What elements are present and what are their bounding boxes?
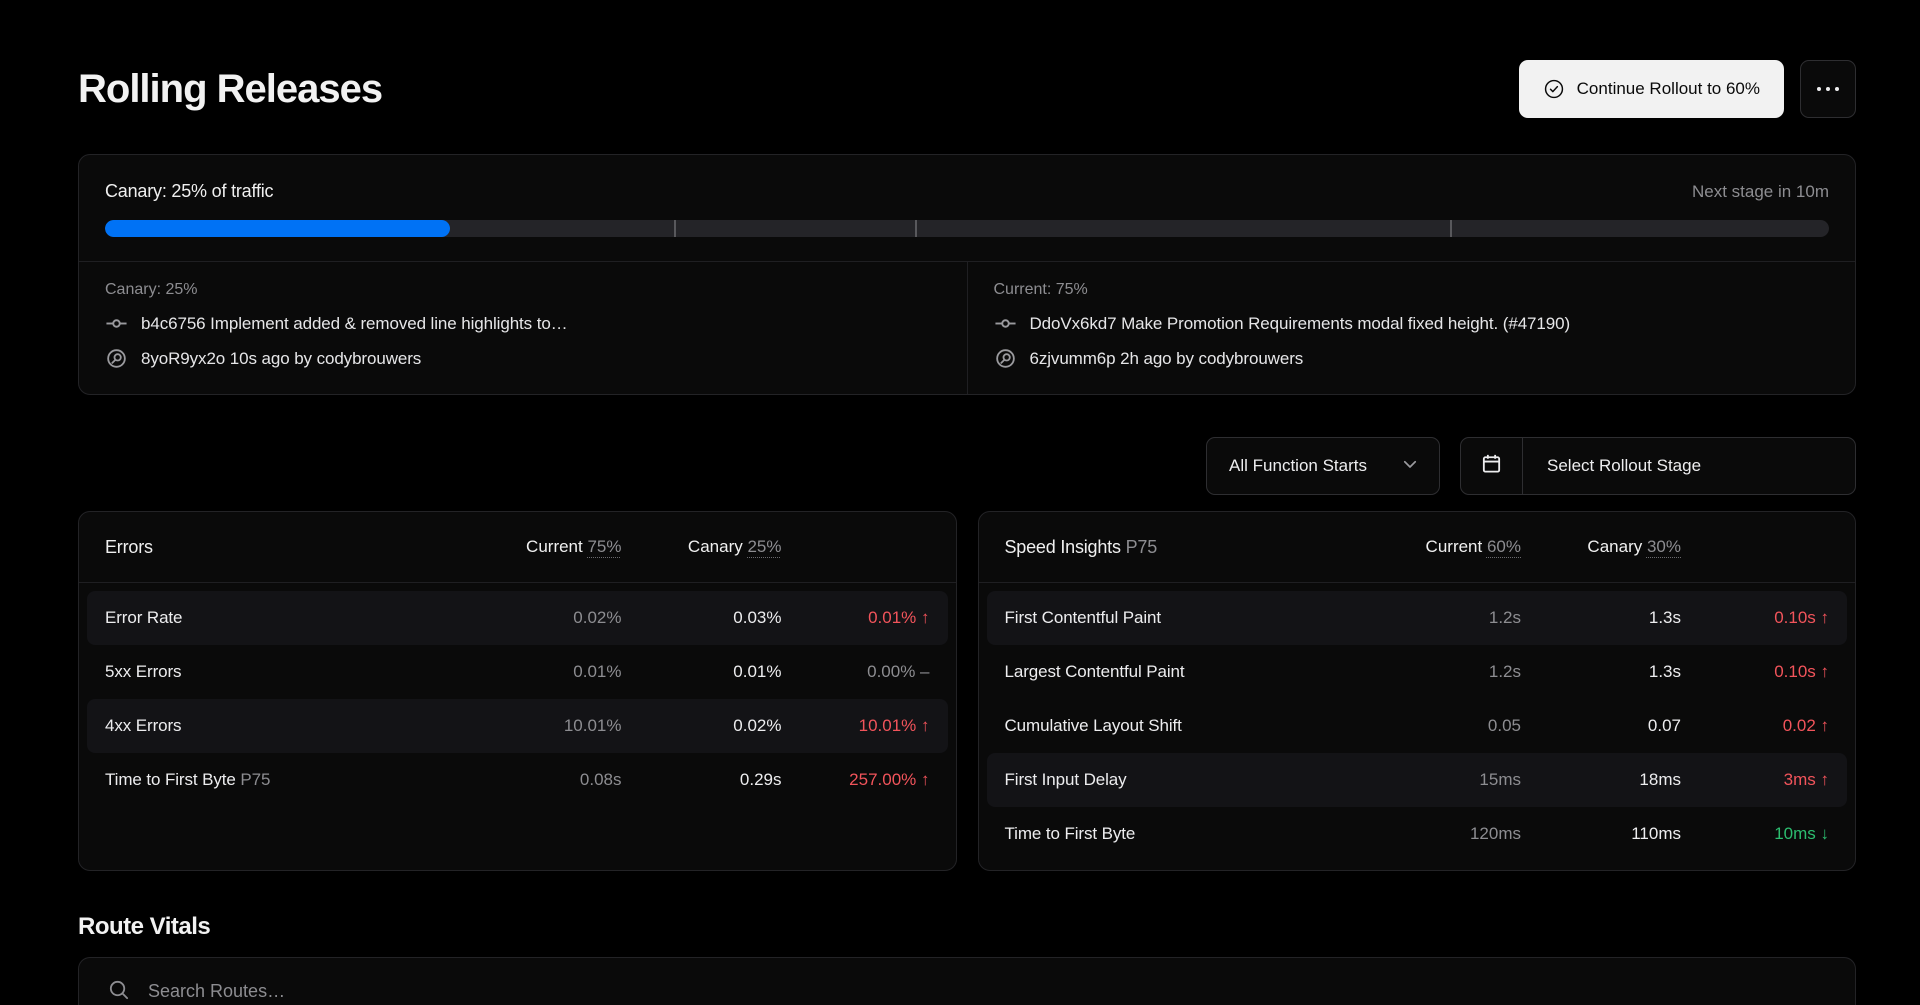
table-row: Time to First Byte P75 0.08s 0.29s 257.0… xyxy=(87,753,948,807)
deployment-comparison: Canary: 25% b4c6756 Implement added & re… xyxy=(79,261,1855,394)
errors-table-title: Errors xyxy=(105,537,462,558)
metrics-tables: Errors Current 75% Canary 25% Error Rate… xyxy=(78,511,1856,871)
table-row: Time to First Byte 120ms 110ms 10ms ↓ xyxy=(987,807,1848,861)
deployment-inspect-icon xyxy=(994,347,1017,370)
table-row: Largest Contentful Paint 1.2s 1.3s 0.10s… xyxy=(987,645,1848,699)
deployment-inspect-icon xyxy=(105,347,128,370)
canary-percent-tooltip[interactable]: 25% xyxy=(747,537,781,556)
search-icon xyxy=(107,978,130,1005)
canary-deployment-link[interactable]: 8yoR9yx2o 10s ago by codybrouwers xyxy=(105,341,941,376)
rollout-stage-label: Select Rollout Stage xyxy=(1523,438,1701,494)
more-options-button[interactable] xyxy=(1800,60,1856,118)
route-vitals-title: Route Vitals xyxy=(78,913,1856,941)
search-routes-input[interactable] xyxy=(148,981,1827,1002)
rolling-releases-page: Rolling Releases Continue Rollout to 60%… xyxy=(0,60,1920,1005)
canary-percent-label: Canary: 25% xyxy=(105,278,941,302)
rollout-stage-picker[interactable]: Select Rollout Stage xyxy=(1460,437,1856,495)
speed-insights-header: Speed Insights P75 Current 60% Canary 30… xyxy=(979,512,1856,583)
canary-traffic-label: Canary: 25% of traffic xyxy=(105,181,273,202)
canary-deployment-text: 8yoR9yx2o 10s ago by codybrouwers xyxy=(141,349,421,369)
speed-insights-table: Speed Insights P75 Current 60% Canary 30… xyxy=(978,511,1857,871)
git-commit-icon xyxy=(994,312,1017,335)
route-search-bar xyxy=(78,957,1856,1005)
table-row: 4xx Errors 10.01% 0.02% 10.01% ↑ xyxy=(87,699,948,753)
current-deployment-panel: Current: 75% DdoVx6kd7 Make Promotion Re… xyxy=(967,262,1856,394)
errors-table-header: Errors Current 75% Canary 25% xyxy=(79,512,956,583)
rollout-stage-tick xyxy=(1450,220,1452,237)
current-column-header: Current 60% xyxy=(1361,537,1521,557)
current-commit-text: DdoVx6kd7 Make Promotion Requirements mo… xyxy=(1030,314,1571,334)
ellipsis-icon xyxy=(1817,87,1839,91)
table-row: 5xx Errors 0.01% 0.01% 0.00% – xyxy=(87,645,948,699)
rollout-progress-fill xyxy=(105,220,450,237)
speed-insights-body: First Contentful Paint 1.2s 1.3s 0.10s ↑… xyxy=(979,583,1856,861)
current-column-header: Current 75% xyxy=(462,537,622,557)
page-title: Rolling Releases xyxy=(78,67,382,112)
canary-column-header: Canary 30% xyxy=(1521,537,1681,557)
metrics-filters: All Function Starts Select Rollout xyxy=(78,437,1856,495)
current-deployment-text: 6zjvumm6p 2h ago by codybrouwers xyxy=(1030,349,1304,369)
next-stage-label: Next stage in 10m xyxy=(1692,182,1829,202)
canary-commit-link[interactable]: b4c6756 Implement added & removed line h… xyxy=(105,306,941,341)
continue-rollout-label: Continue Rollout to 60% xyxy=(1577,79,1760,99)
canary-commit-text: b4c6756 Implement added & removed line h… xyxy=(141,314,568,334)
header-actions: Continue Rollout to 60% xyxy=(1519,60,1856,118)
check-circle-icon xyxy=(1543,78,1565,100)
current-percent-tooltip[interactable]: 60% xyxy=(1487,537,1521,556)
current-percent-tooltip[interactable]: 75% xyxy=(587,537,621,556)
speed-insights-title: Speed Insights P75 xyxy=(1005,537,1362,558)
canary-column-header: Canary 25% xyxy=(622,537,782,557)
git-commit-icon xyxy=(105,312,128,335)
canary-percent-tooltip[interactable]: 30% xyxy=(1647,537,1681,556)
rollout-progress-track xyxy=(105,220,1829,237)
current-percent-label: Current: 75% xyxy=(994,278,1830,302)
table-row: Error Rate 0.02% 0.03% 0.01% ↑ xyxy=(87,591,948,645)
chevron-down-icon xyxy=(1401,455,1419,478)
calendar-icon-cell[interactable] xyxy=(1461,438,1523,494)
calendar-icon xyxy=(1480,452,1503,480)
current-deployment-link[interactable]: 6zjvumm6p 2h ago by codybrouwers xyxy=(994,341,1830,376)
continue-rollout-button[interactable]: Continue Rollout to 60% xyxy=(1519,60,1784,118)
errors-table-body: Error Rate 0.02% 0.03% 0.01% ↑ 5xx Error… xyxy=(79,583,956,807)
canary-deployment-panel: Canary: 25% b4c6756 Implement added & re… xyxy=(79,262,967,394)
rollout-stage-tick xyxy=(674,220,676,237)
canary-card-header: Canary: 25% of traffic Next stage in 10m xyxy=(79,155,1855,202)
rollout-progress xyxy=(79,202,1855,261)
table-row: Cumulative Layout Shift 0.05 0.07 0.02 ↑ xyxy=(987,699,1848,753)
table-row: First Contentful Paint 1.2s 1.3s 0.10s ↑ xyxy=(987,591,1848,645)
page-header: Rolling Releases Continue Rollout to 60% xyxy=(78,60,1856,118)
table-row: First Input Delay 15ms 18ms 3ms ↑ xyxy=(987,753,1848,807)
errors-table: Errors Current 75% Canary 25% Error Rate… xyxy=(78,511,957,871)
function-starts-label: All Function Starts xyxy=(1229,456,1367,476)
rollout-stage-tick xyxy=(915,220,917,237)
function-starts-select[interactable]: All Function Starts xyxy=(1206,437,1440,495)
canary-rollout-card: Canary: 25% of traffic Next stage in 10m… xyxy=(78,154,1856,395)
current-commit-link[interactable]: DdoVx6kd7 Make Promotion Requirements mo… xyxy=(994,306,1830,341)
